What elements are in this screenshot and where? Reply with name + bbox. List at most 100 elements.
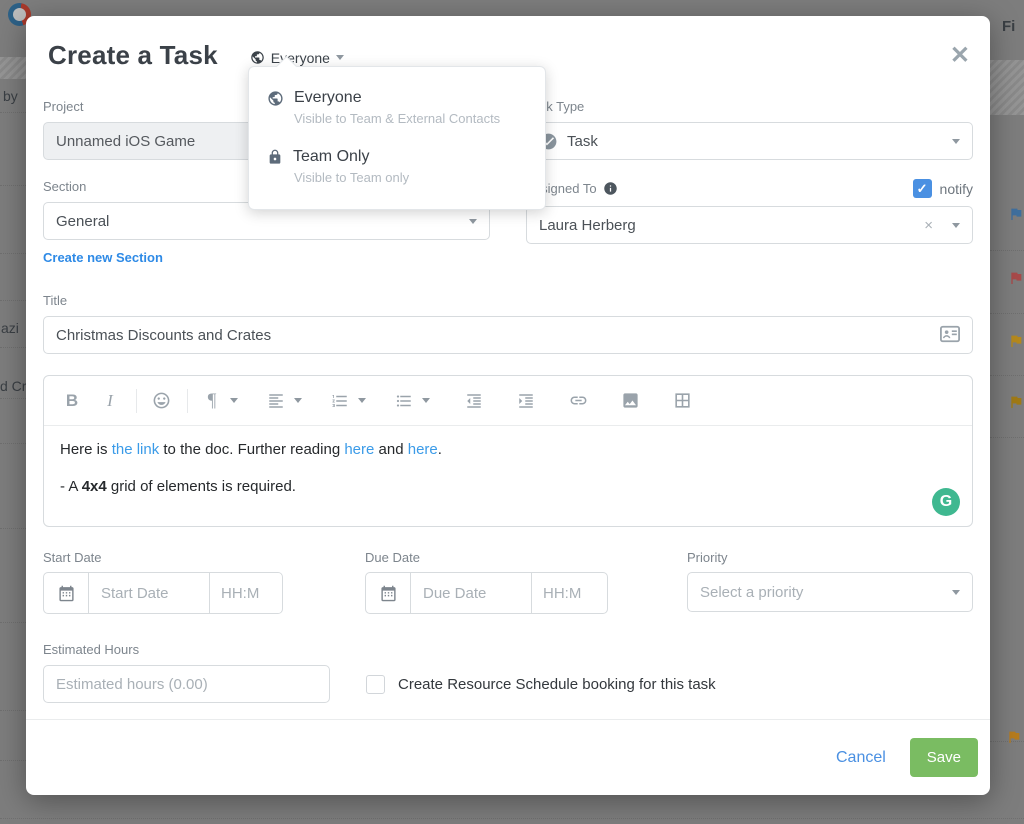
privacy-dropdown-menu: Everyone Visible to Team & External Cont… xyxy=(248,66,546,210)
chevron-down-icon xyxy=(336,55,344,60)
text-run: Here is xyxy=(60,441,112,458)
grammarly-icon[interactable]: G xyxy=(932,488,960,516)
calendar-icon[interactable] xyxy=(366,573,411,613)
chevron-down-icon xyxy=(422,398,430,403)
due-date-group: Due Date xyxy=(365,550,608,614)
bg-table-header-right xyxy=(990,60,1024,115)
clear-assignee-icon[interactable]: × xyxy=(924,217,933,234)
cancel-button[interactable]: Cancel xyxy=(836,749,886,767)
chevron-down-icon xyxy=(294,398,302,403)
bg-row-divider xyxy=(0,347,26,348)
section-value: General xyxy=(56,213,460,230)
task-type-field-group: Task Type Task xyxy=(526,99,973,160)
calendar-icon[interactable] xyxy=(44,573,89,613)
italic-icon[interactable]: I xyxy=(98,389,122,413)
bg-row-divider xyxy=(0,760,26,761)
start-date-label: Start Date xyxy=(43,550,283,565)
flag-icon-dark-yellow xyxy=(1008,394,1024,410)
globe-icon xyxy=(250,50,265,65)
text-run: - A xyxy=(60,478,82,495)
modal-footer: Cancel Save xyxy=(26,720,990,795)
create-task-modal: Create a Task Everyone ✕ Everyone Visibl… xyxy=(26,16,990,795)
paragraph-style-icon[interactable]: ¶ xyxy=(200,389,224,413)
insert-image-icon[interactable] xyxy=(618,389,642,413)
bg-row-divider xyxy=(0,710,26,711)
bg-row-divider xyxy=(990,375,1024,376)
emoji-icon[interactable] xyxy=(149,389,173,413)
assigned-to-value: Laura Herberg xyxy=(539,217,915,234)
title-input[interactable] xyxy=(43,316,973,354)
lock-icon xyxy=(267,149,283,165)
bg-text-dcr: d Cr xyxy=(0,378,26,394)
bg-row-divider xyxy=(0,818,1024,819)
resource-booking-group: Create Resource Schedule booking for thi… xyxy=(366,675,716,694)
due-date-label: Due Date xyxy=(365,550,608,565)
option-description: Visible to Team & External Contacts xyxy=(294,111,527,126)
start-date-input[interactable] xyxy=(89,573,209,613)
doc-link[interactable]: the link xyxy=(112,441,160,458)
bold-icon[interactable]: B xyxy=(60,389,84,413)
numbered-list-icon[interactable] xyxy=(328,389,352,413)
bg-row-divider xyxy=(990,437,1024,438)
save-button[interactable]: Save xyxy=(910,738,978,777)
privacy-option-everyone[interactable]: Everyone Visible to Team & External Cont… xyxy=(249,81,545,134)
privacy-option-team-only[interactable]: Team Only Visible to Team only xyxy=(249,140,545,193)
bg-row-divider xyxy=(0,622,26,623)
notify-checkbox[interactable]: ✓ xyxy=(913,179,932,198)
text-run: . xyxy=(438,441,442,458)
chevron-down-icon xyxy=(469,219,477,224)
text-run: and xyxy=(374,441,407,458)
create-new-section-link[interactable]: Create new Section xyxy=(43,250,163,265)
task-type-label: Task Type xyxy=(526,99,973,114)
priority-select[interactable]: Select a priority xyxy=(687,572,973,612)
description-content[interactable]: Here is the link to the doc. Further rea… xyxy=(44,426,972,511)
priority-placeholder: Select a priority xyxy=(700,584,943,601)
flag-icon-blue xyxy=(1008,206,1024,222)
text-run: grid of elements is required. xyxy=(107,478,296,495)
title-field-group: Title xyxy=(43,293,973,354)
here-link[interactable]: here xyxy=(344,441,374,458)
bg-row-divider xyxy=(0,185,26,186)
text-run: to the doc. Further reading xyxy=(159,441,344,458)
due-date-input[interactable] xyxy=(411,573,531,613)
bg-row-divider xyxy=(0,253,26,254)
indent-icon[interactable] xyxy=(514,389,538,413)
align-icon[interactable] xyxy=(264,389,288,413)
flag-icon-orange xyxy=(1006,729,1022,745)
notify-label: notify xyxy=(940,181,973,197)
info-icon[interactable] xyxy=(603,181,618,196)
link-icon[interactable] xyxy=(566,389,590,413)
bg-text-azi: azi xyxy=(1,320,19,336)
estimated-hours-input[interactable] xyxy=(43,665,330,703)
privacy-dropdown-trigger[interactable]: Everyone xyxy=(250,50,344,66)
insert-table-icon[interactable] xyxy=(670,389,694,413)
title-label: Title xyxy=(43,293,973,308)
bg-row-divider xyxy=(0,528,26,529)
estimated-hours-group: Estimated Hours xyxy=(43,642,330,703)
close-icon[interactable]: ✕ xyxy=(950,46,970,66)
chevron-down-icon xyxy=(952,139,960,144)
here-link[interactable]: here xyxy=(408,441,438,458)
start-time-input[interactable] xyxy=(209,573,281,613)
bold-text-run: 4x4 xyxy=(82,478,107,495)
task-type-select[interactable]: Task xyxy=(526,122,973,160)
globe-icon xyxy=(267,90,284,107)
description-paragraph: - A 4x4 grid of elements is required. xyxy=(60,476,956,498)
bg-table-header-left xyxy=(0,57,26,79)
flag-icon-yellow xyxy=(1008,333,1024,349)
chevron-down-icon xyxy=(952,590,960,595)
bg-text-fi: Fi xyxy=(1002,18,1015,35)
bg-text-by: by xyxy=(3,88,18,104)
chevron-down-icon xyxy=(358,398,366,403)
option-label: Everyone xyxy=(294,89,362,107)
assigned-to-field-group: Assigned To ✓ notify Laura Herberg × xyxy=(526,179,973,267)
bg-row-divider xyxy=(0,398,26,399)
option-description: Visible to Team only xyxy=(294,170,527,185)
assigned-to-select[interactable]: Laura Herberg × xyxy=(526,206,973,244)
outdent-icon[interactable] xyxy=(462,389,486,413)
chevron-down-icon xyxy=(952,223,960,228)
contact-card-icon[interactable] xyxy=(939,324,961,344)
resource-booking-checkbox[interactable] xyxy=(366,675,385,694)
due-time-input[interactable] xyxy=(531,573,603,613)
bullet-list-icon[interactable] xyxy=(392,389,416,413)
